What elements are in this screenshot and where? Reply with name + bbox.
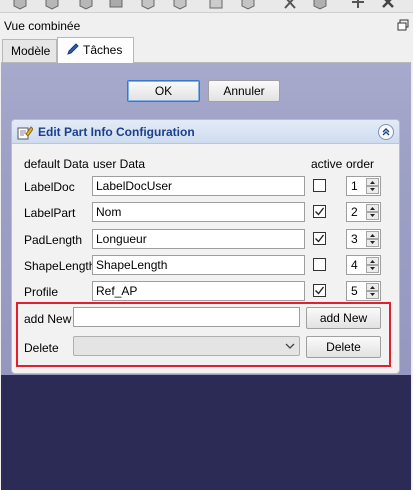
group-header[interactable]: Edit Part Info Configuration [12,120,399,144]
order-value: 5 [351,284,358,298]
dock-title-bar: Vue combinée [0,14,413,37]
user-data-field[interactable]: ShapeLength [92,255,305,275]
pencil-icon [66,42,80,56]
order-value: 1 [351,179,358,193]
view-cube-icon[interactable] [12,0,28,10]
tab-label: Tâches [83,43,123,57]
view-cube-icon[interactable] [78,0,94,10]
view-cube-icon[interactable] [350,0,366,10]
delete-select[interactable] [73,336,300,356]
user-data-field[interactable]: Nom [92,202,305,222]
user-data-field[interactable]: Ref_AP [92,281,305,301]
spin-down-icon[interactable] [366,239,379,247]
active-checkbox[interactable] [313,179,326,192]
order-spinbox[interactable]: 5 [346,281,381,301]
order-spinbox[interactable]: 1 [346,176,381,196]
view-cube-icon[interactable] [208,0,224,10]
spin-down-icon[interactable] [366,265,379,273]
group-title: Edit Part Info Configuration [38,125,195,139]
column-header-default-data: default Data [24,157,89,171]
default-data-label: LabelPart [24,206,76,220]
order-spinbox[interactable]: 4 [346,255,381,275]
add-new-input[interactable] [73,307,300,327]
tab-model[interactable]: Modèle [2,39,57,62]
view-cube-icon[interactable] [108,0,124,10]
spin-up-icon[interactable] [366,204,379,212]
active-checkbox[interactable] [313,284,326,297]
add-new-button[interactable]: add New [306,307,381,329]
order-value: 2 [351,205,358,219]
toolbar-strip [0,0,413,13]
tab-tasks[interactable]: Tâches [57,37,134,63]
close-icon[interactable] [380,0,396,10]
spin-up-icon[interactable] [366,178,379,186]
view-cube-icon[interactable] [172,0,188,10]
chevron-down-icon [285,341,295,351]
cancel-button[interactable]: Annuler [208,80,280,102]
active-checkbox[interactable] [313,258,326,271]
view-cube-icon[interactable] [140,0,156,10]
ok-button[interactable]: OK [127,80,200,102]
tab-bar: Modèle Tâches [0,37,413,63]
spin-down-icon[interactable] [366,212,379,220]
delete-label: Delete [24,341,59,355]
active-checkbox[interactable] [313,205,326,218]
view-cube-icon[interactable] [312,0,328,10]
default-data-label: ShapeLength [24,259,96,273]
part-info-icon [17,124,34,140]
column-header-user-data: user Data [93,157,146,171]
view-cube-icon[interactable] [44,0,60,10]
order-spinbox[interactable]: 3 [346,229,381,249]
default-data-label: PadLength [24,233,83,247]
user-data-field[interactable]: LabelDocUser [92,176,305,196]
collapse-icon[interactable] [378,124,394,140]
column-header-active: active [311,157,343,171]
active-checkbox[interactable] [313,232,326,245]
spin-down-icon[interactable] [366,186,379,194]
order-value: 4 [351,258,358,272]
spin-up-icon[interactable] [366,283,379,291]
default-data-label: LabelDoc [24,180,75,194]
tab-label: Modèle [11,44,51,58]
column-header-order: order [346,157,375,171]
user-data-field[interactable]: Longueur [92,229,305,249]
order-spinbox[interactable]: 2 [346,202,381,222]
view-cube-icon[interactable] [282,0,298,10]
spin-down-icon[interactable] [366,291,379,299]
spin-up-icon[interactable] [366,231,379,239]
dock-title: Vue combinée [4,19,81,33]
view-cube-icon[interactable] [240,0,256,10]
order-value: 3 [351,232,358,246]
add-new-label: add New [24,312,72,326]
undock-icon[interactable] [397,19,409,31]
default-data-label: Profile [24,285,59,299]
delete-button[interactable]: Delete [306,336,381,358]
spin-up-icon[interactable] [366,257,379,265]
